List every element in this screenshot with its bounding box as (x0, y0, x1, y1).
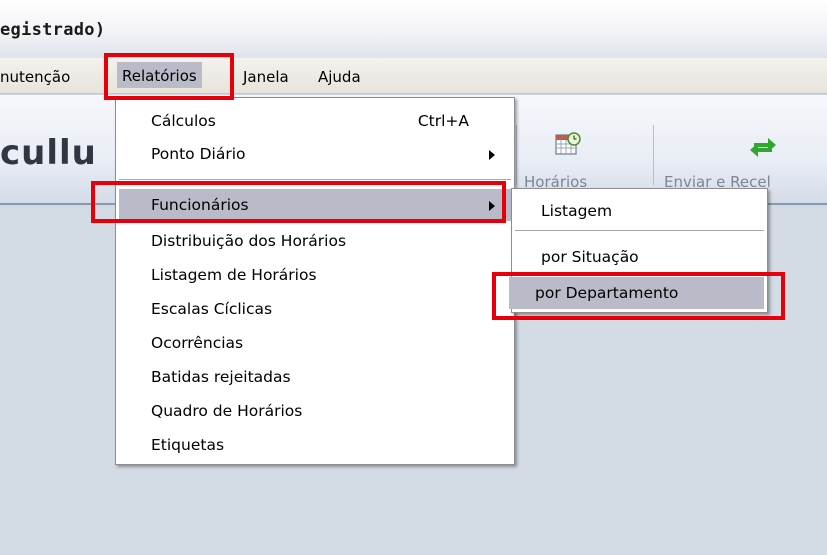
highlight-box-funcionarios (91, 181, 506, 223)
menu-item-label: Etiquetas (151, 436, 225, 454)
menu-item-label: Quadro de Horários (151, 402, 303, 420)
submenu-item-listagem[interactable]: Listagem (515, 195, 764, 227)
menu-item-escalas-ciclicas[interactable]: Escalas Cíclicas (119, 293, 511, 325)
menu-item-etiquetas[interactable]: Etiquetas (119, 429, 511, 461)
highlight-box-por-departamento (492, 272, 785, 320)
shortcut-label: Ctrl+A (417, 112, 469, 130)
title-bar: egistrado) (0, 0, 827, 58)
menu-item-label: Distribuição dos Horários (151, 232, 347, 250)
menu-item-label: Listagem (541, 202, 613, 220)
menu-item-label: Ocorrências (151, 334, 244, 352)
app-brand-logo: cullu (0, 133, 97, 173)
relatorios-menu: Cálculos Ctrl+A Ponto Diário Funcionário… (115, 97, 515, 465)
menu-item-batidas-rejeitadas[interactable]: Batidas rejeitadas (119, 361, 511, 393)
menu-item-distribuicao-horarios[interactable]: Distribuição dos Horários (119, 225, 511, 257)
menu-item-ponto-diario[interactable]: Ponto Diário (119, 138, 511, 170)
menu-ajuda[interactable]: Ajuda (318, 68, 361, 86)
toolbar-separator (653, 125, 654, 185)
menu-separator (515, 230, 764, 232)
window-title: egistrado) (0, 20, 106, 40)
menu-janela[interactable]: Janela (243, 68, 289, 86)
highlight-box-relatorios (104, 53, 234, 100)
menu-item-label: por Situação (541, 248, 639, 266)
menu-item-label: Listagem de Horários (151, 266, 317, 284)
menu-item-quadro-horarios[interactable]: Quadro de Horários (119, 395, 511, 427)
menu-item-calculos[interactable]: Cálculos Ctrl+A (119, 105, 511, 137)
menu-item-label: Cálculos (151, 112, 216, 130)
menu-item-listagem-horarios[interactable]: Listagem de Horários (119, 259, 511, 291)
toolbar-separator (516, 125, 517, 185)
submenu-item-por-situacao[interactable]: por Situação (515, 241, 764, 273)
menu-item-ocorrencias[interactable]: Ocorrências (119, 327, 511, 359)
menu-item-label: Ponto Diário (151, 145, 246, 163)
calendar-icon[interactable] (555, 132, 581, 156)
menu-manutencao[interactable]: nutenção (0, 68, 70, 86)
menu-item-label: Escalas Cíclicas (151, 300, 273, 318)
menu-item-label: Batidas rejeitadas (151, 368, 291, 386)
sync-icon[interactable] (748, 133, 778, 159)
submenu-arrow-icon (489, 150, 495, 160)
